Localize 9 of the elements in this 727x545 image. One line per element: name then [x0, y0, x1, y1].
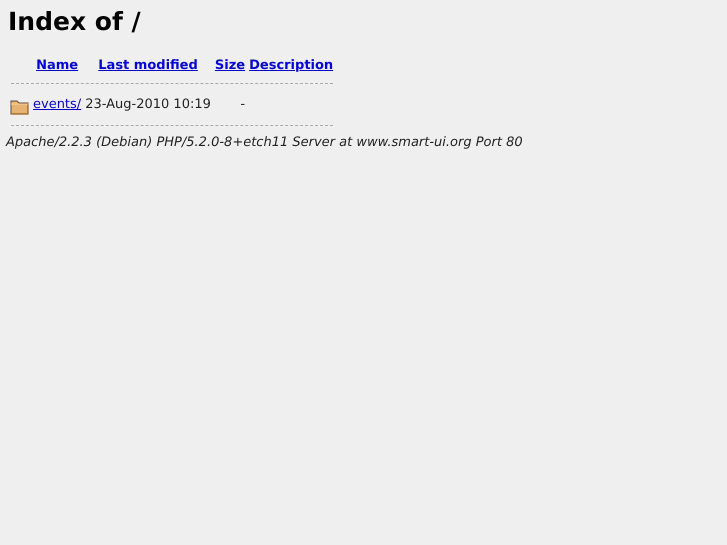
column-sort-link[interactable]: Last modified — [98, 58, 198, 72]
server-signature: Apache/2.2.3 (Debian) PHP/5.2.0-8+etch11 Server at www.smart-ui.org Port 80 — [6, 135, 524, 150]
file-link[interactable]: events/ — [33, 96, 82, 112]
column-sort-link[interactable]: Description — [249, 58, 334, 72]
modified-date: 23-Aug-2010 10:19 — [85, 96, 211, 112]
column-sort-link[interactable]: Name — [36, 58, 78, 72]
column-sort-link[interactable]: Size — [214, 58, 246, 72]
page-title: Index of / — [8, 7, 142, 36]
file-size: - — [240, 96, 246, 112]
